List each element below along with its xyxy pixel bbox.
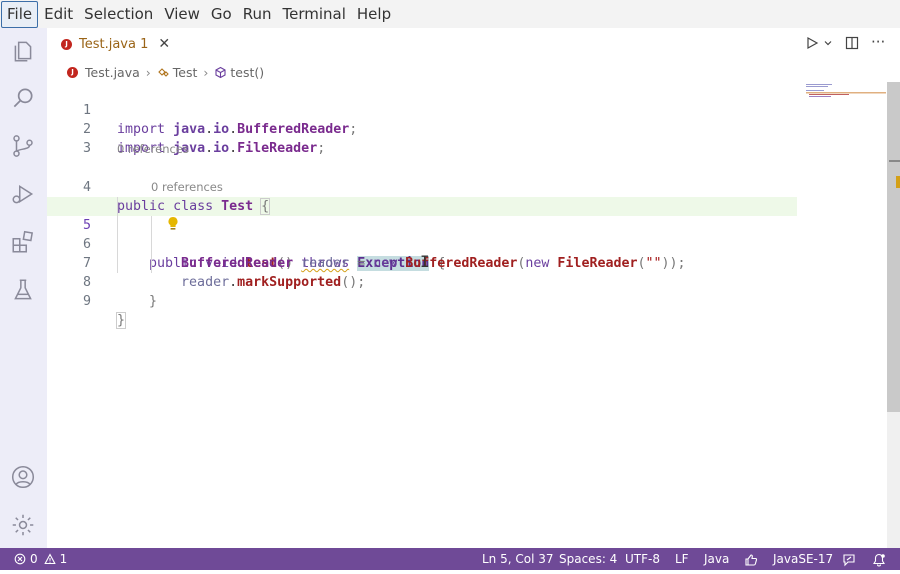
text-cursor-icon: I — [420, 252, 430, 271]
problems-indicator[interactable]: 0 1 — [14, 548, 67, 570]
split-editor-button[interactable] — [845, 36, 859, 50]
error-icon — [14, 553, 26, 565]
indent-guide — [151, 216, 152, 273]
chevron-right-icon: › — [203, 64, 209, 80]
class-icon — [158, 67, 169, 77]
menu-go[interactable]: Go — [206, 2, 237, 27]
code-line: 5 public void test() throws Exception { — [47, 197, 797, 271]
java-runtime[interactable]: JavaSE-17 — [773, 548, 833, 570]
code-text: } — [115, 312, 127, 329]
warning-scroll-marker — [896, 176, 900, 188]
end-of-line[interactable]: LF — [675, 548, 689, 570]
play-icon — [807, 36, 819, 50]
thumbs-up-icon[interactable] — [744, 552, 758, 566]
breadcrumb-class[interactable]: Test — [157, 65, 197, 80]
breadcrumb-method[interactable]: test() — [214, 65, 264, 80]
menu-edit[interactable]: Edit — [39, 2, 78, 27]
code-line: 1 import java.io.BufferedReader; — [47, 82, 797, 137]
java-icon: J — [61, 38, 72, 50]
code-line: 6 BufferedReader reader = new BufferedRe… — [47, 216, 797, 271]
indent-guide — [117, 197, 118, 273]
extensions-icon[interactable] — [10, 229, 36, 255]
tab-test-java[interactable]: J Test.java 1 ✕ — [47, 28, 170, 60]
notifications-bell-icon[interactable] — [872, 552, 886, 567]
code-line: 2 import java.io.FileReader; — [47, 101, 797, 156]
cursor-position[interactable]: Ln 5, Col 37 — [482, 548, 554, 570]
encoding[interactable]: UTF-8 — [625, 548, 660, 570]
menu-selection[interactable]: Selection — [79, 2, 158, 27]
chevron-down-icon[interactable] — [823, 38, 833, 48]
run-button[interactable] — [805, 36, 833, 50]
menu-help[interactable]: Help — [352, 2, 396, 27]
settings-gear-icon[interactable] — [10, 512, 36, 538]
editor-tab-bar: J Test.java 1 ✕ ··· — [47, 28, 900, 60]
indentation[interactable]: Spaces: 4 — [559, 548, 617, 570]
code-line: 4 public class Test { — [47, 159, 797, 215]
close-icon[interactable]: ✕ — [158, 36, 170, 52]
run-debug-icon[interactable] — [10, 181, 36, 207]
activity-bar — [0, 28, 47, 548]
more-actions-icon[interactable]: ··· — [871, 33, 885, 51]
split-editor-icon — [845, 36, 859, 50]
chevron-right-icon: › — [145, 64, 151, 80]
status-bar: 0 1 Ln 5, Col 37 Spaces: 4 UTF-8 LF Java… — [0, 548, 900, 570]
source-control-icon[interactable] — [10, 133, 36, 159]
menu-view[interactable]: View — [159, 2, 205, 27]
code-text: } — [149, 294, 158, 309]
menu-run[interactable]: Run — [238, 2, 277, 27]
testing-icon[interactable] — [10, 277, 36, 303]
minimap[interactable] — [805, 82, 887, 102]
feedback-icon[interactable] — [842, 552, 856, 567]
error-count: 0 — [30, 552, 38, 566]
warning-icon — [43, 553, 56, 565]
code-line: 9 } — [47, 273, 797, 329]
vertical-scrollbar[interactable] — [887, 82, 900, 412]
search-icon[interactable] — [10, 85, 36, 111]
menu-bar: File Edit Selection View Go Run Terminal… — [0, 0, 900, 28]
codelens-method-references[interactable]: 0 references — [151, 180, 223, 194]
method-icon — [215, 66, 226, 78]
account-icon[interactable] — [10, 464, 36, 490]
breadcrumb: J Test.java › Test › test() — [47, 62, 264, 82]
line-number: 9 — [82, 294, 91, 309]
warning-count: 1 — [59, 552, 68, 566]
explorer-icon[interactable] — [10, 38, 36, 64]
line-number: 3 — [82, 141, 91, 156]
code-line: 3 — [47, 120, 797, 156]
line-number: 4 — [82, 180, 91, 195]
language-mode[interactable]: Java — [704, 548, 729, 570]
breadcrumb-file[interactable]: Test.java — [85, 65, 140, 80]
java-icon: J — [67, 66, 78, 78]
menu-file[interactable]: File — [1, 0, 39, 28]
tab-title: Test.java 1 — [79, 36, 149, 52]
codelens-class-references[interactable]: 0 references — [117, 142, 189, 156]
menu-terminal[interactable]: Terminal — [278, 2, 351, 27]
cursor-scroll-marker — [889, 160, 900, 162]
